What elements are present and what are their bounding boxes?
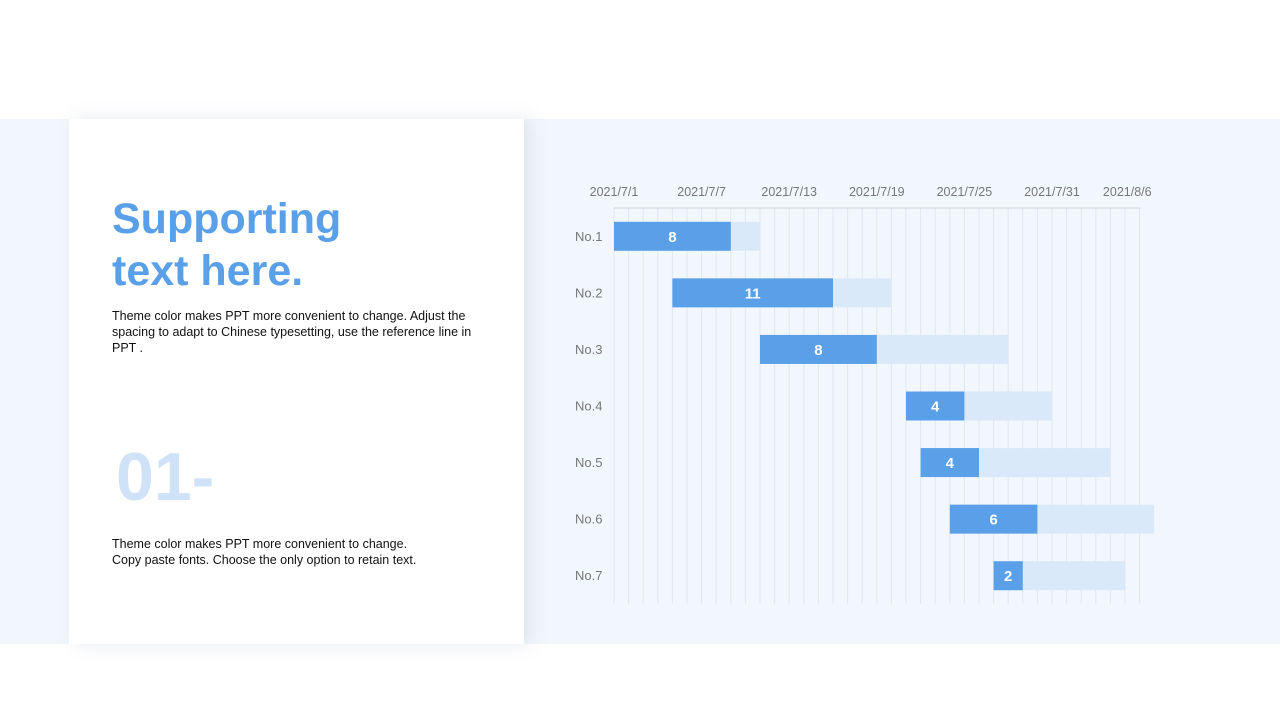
task-label: No.7 bbox=[575, 568, 602, 583]
x-tick-label: 2021/7/25 bbox=[937, 185, 993, 199]
x-tick-label: 2021/7/31 bbox=[1024, 185, 1080, 199]
task-label: No.3 bbox=[575, 342, 602, 357]
task-value-label: 6 bbox=[989, 512, 997, 529]
task-value-label: 4 bbox=[931, 399, 940, 416]
footer-text-line-2: Copy paste fonts. Choose the only option… bbox=[112, 553, 417, 567]
title-line-1: Supporting bbox=[112, 195, 342, 243]
task-label: No.2 bbox=[575, 285, 602, 300]
x-tick-label: 2021/8/6 bbox=[1103, 185, 1152, 199]
task-value-label: 2 bbox=[1004, 568, 1012, 585]
section-number: 01- bbox=[116, 439, 215, 515]
description-text: Theme color makes PPT more convenient to… bbox=[112, 309, 472, 355]
x-tick-label: 2021/7/1 bbox=[590, 185, 639, 199]
gantt-chart: 2021/7/1 2021/7/7 2021/7/13 2021/7/19 2021/7… bbox=[560, 176, 1180, 612]
title-line-2: text here. bbox=[112, 247, 304, 295]
task-value-label: 8 bbox=[668, 229, 676, 246]
footer-text-line-1: Theme color makes PPT more convenient to… bbox=[112, 537, 408, 551]
text-card: Supporting text here. Theme color makes … bbox=[69, 119, 524, 644]
x-tick-label: 2021/7/19 bbox=[849, 185, 905, 199]
task-value-label: 4 bbox=[946, 455, 955, 472]
task-value-label: 11 bbox=[745, 285, 761, 302]
task-label: No.6 bbox=[575, 512, 602, 527]
task-label: No.5 bbox=[575, 455, 602, 470]
footer-text: Theme color makes PPT more convenient to… bbox=[112, 536, 492, 568]
task-label: No.1 bbox=[575, 229, 602, 244]
page-title: Supporting text here. bbox=[112, 193, 492, 297]
x-tick-label: 2021/7/7 bbox=[677, 185, 726, 199]
gantt-chart-svg: 2021/7/1 2021/7/7 2021/7/13 2021/7/19 2021/7… bbox=[575, 185, 1155, 604]
x-tick-label: 2021/7/13 bbox=[761, 185, 817, 199]
task-value-label: 8 bbox=[814, 342, 822, 359]
task-label: No.4 bbox=[575, 399, 602, 414]
